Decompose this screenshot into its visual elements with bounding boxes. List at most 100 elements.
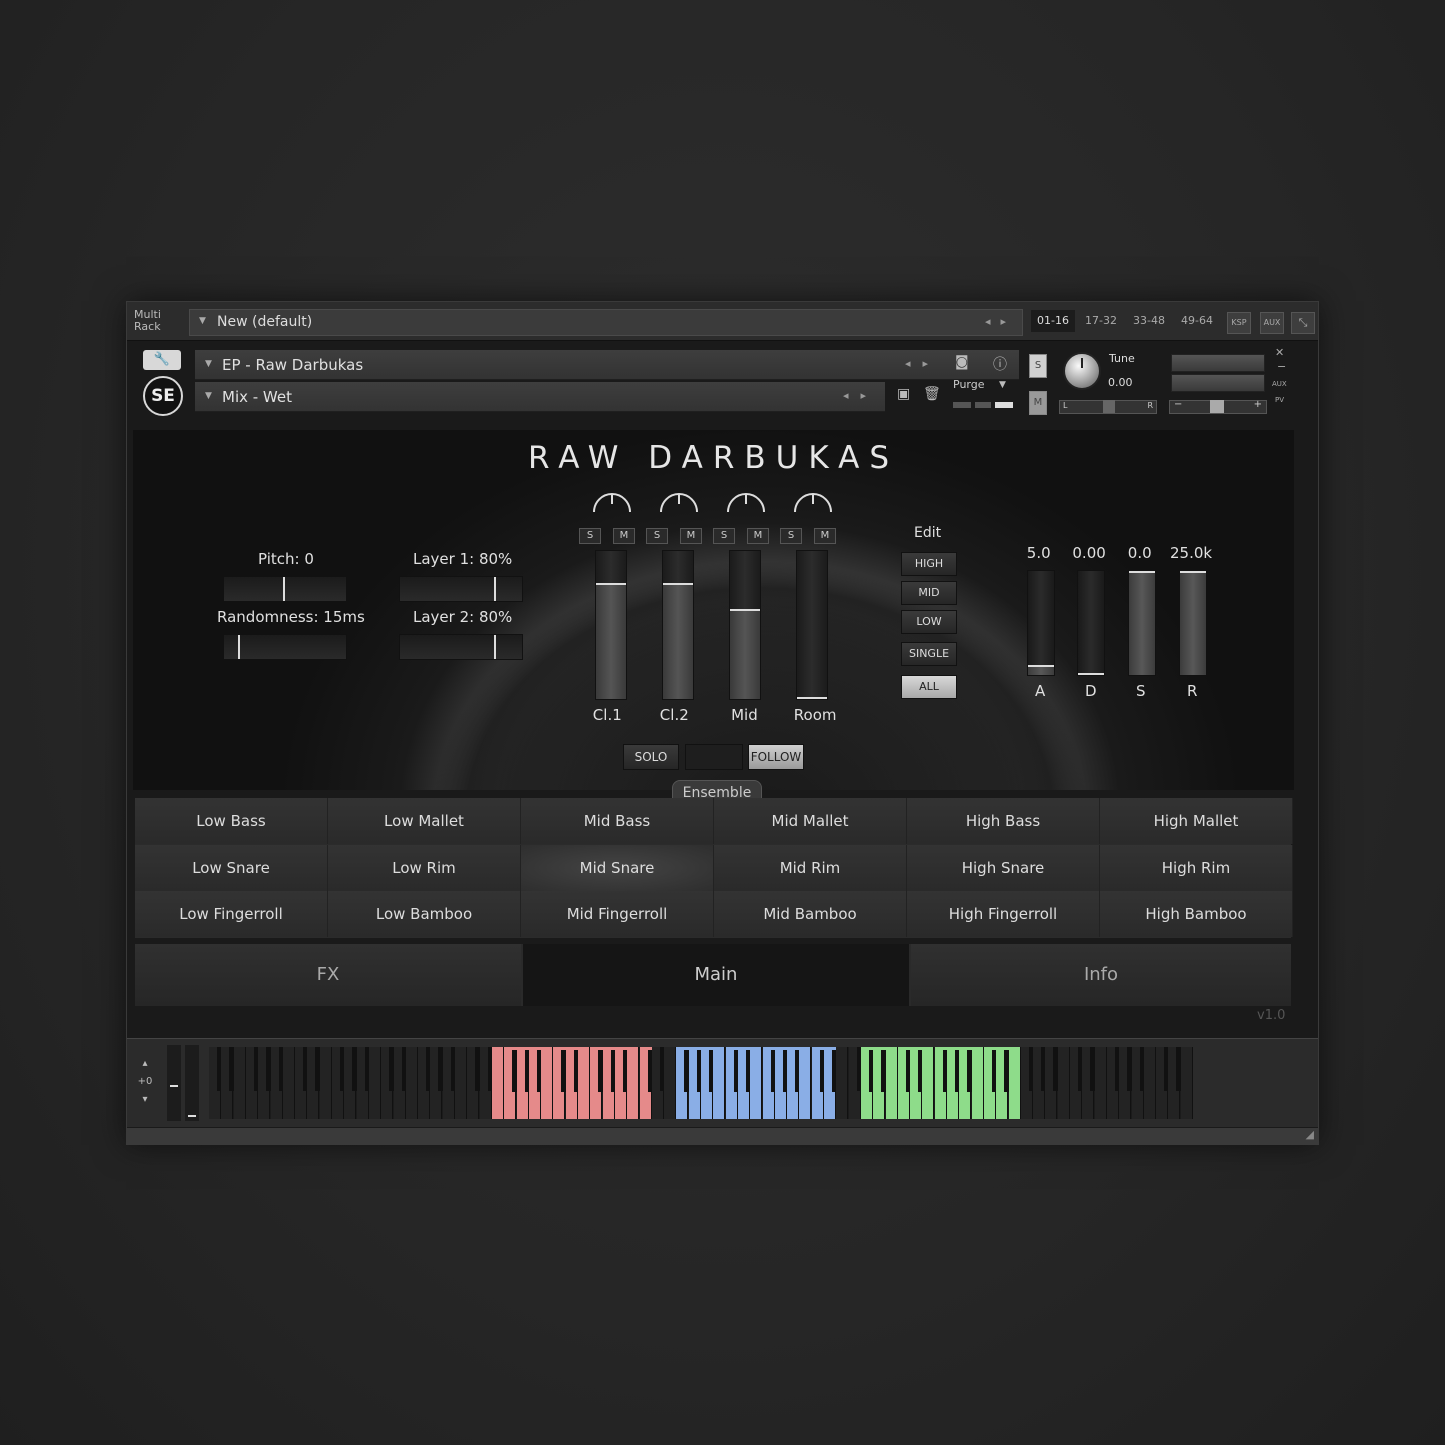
adsr-fader[interactable]	[1128, 570, 1156, 676]
white-key[interactable]	[836, 1047, 849, 1119]
ensemble-cell[interactable]: High Bamboo	[1100, 891, 1293, 937]
snapshot-nav-arrows-icon[interactable]: ◂▸	[843, 389, 878, 402]
purge-menu[interactable]: Purge	[953, 378, 985, 391]
piano-keyboard[interactable]	[209, 1047, 1193, 1119]
white-key[interactable]	[971, 1047, 984, 1119]
layer2-slider[interactable]	[399, 634, 523, 660]
ensemble-cell[interactable]: Mid Rim	[714, 844, 907, 891]
channel-mute-button[interactable]: M	[613, 528, 635, 544]
channel-solo-button[interactable]: S	[713, 528, 735, 544]
white-key[interactable]	[750, 1047, 763, 1119]
octave-down-icon[interactable]: ▾	[135, 1091, 155, 1109]
white-key[interactable]	[578, 1047, 590, 1119]
dropdown-arrow-icon[interactable]: ▼	[205, 391, 212, 401]
ensemble-cell[interactable]: Low Bamboo	[328, 891, 521, 937]
white-key[interactable]	[455, 1047, 467, 1119]
collapse-icon[interactable]: ⤡	[1291, 312, 1315, 334]
white-key[interactable]	[282, 1047, 295, 1119]
adsr-fader[interactable]	[1077, 570, 1105, 676]
pan-arc-cl1[interactable]	[592, 492, 632, 514]
tune-knob[interactable]	[1063, 352, 1101, 390]
channel-solo-button[interactable]: S	[646, 528, 668, 544]
resize-grip-icon[interactable]: ◢	[1306, 1128, 1314, 1141]
white-key[interactable]	[368, 1047, 381, 1119]
ensemble-cell[interactable]: Mid Snare	[521, 844, 714, 891]
pitch-wheel[interactable]	[167, 1045, 181, 1121]
page-button-17-32[interactable]: 17-32	[1079, 310, 1123, 332]
pan-arc-mid[interactable]	[726, 492, 766, 514]
edit-mid-button[interactable]: MID	[901, 581, 957, 605]
edit-high-button[interactable]: HIGH	[901, 552, 957, 576]
delete-icon[interactable]: 🗑	[923, 386, 941, 402]
instrument-nav-arrows-icon[interactable]: ◂▸	[905, 357, 940, 370]
white-key[interactable]	[541, 1047, 554, 1119]
white-key[interactable]	[922, 1047, 935, 1119]
octave-up-icon[interactable]: ▴	[135, 1055, 155, 1073]
channel-fader[interactable]	[595, 550, 627, 700]
tab-info[interactable]: Info	[911, 944, 1291, 1006]
ensemble-cell[interactable]: Mid Mallet	[714, 798, 907, 844]
randomness-slider[interactable]	[223, 634, 347, 660]
channel-mute-button[interactable]: M	[680, 528, 702, 544]
ensemble-cell[interactable]: Low Rim	[328, 844, 521, 891]
white-key[interactable]	[1143, 1047, 1156, 1119]
dropdown-arrow-icon[interactable]: ▼	[199, 316, 206, 326]
camera-icon[interactable]: ◙	[955, 354, 969, 370]
mute-button[interactable]: M	[1029, 391, 1047, 415]
white-key[interactable]	[885, 1047, 898, 1119]
ensemble-cell[interactable]: High Bass	[907, 798, 1100, 844]
white-key[interactable]	[1094, 1047, 1107, 1119]
white-key[interactable]	[319, 1047, 332, 1119]
solo-button[interactable]: S	[1029, 354, 1047, 378]
channel-mute-button[interactable]: M	[814, 528, 836, 544]
adsr-fader[interactable]	[1179, 570, 1207, 676]
channel-fader[interactable]	[729, 550, 761, 700]
edit-all-button[interactable]: ALL	[901, 675, 957, 699]
solo-button[interactable]: SOLO	[623, 744, 679, 770]
save-icon[interactable]: ▣	[897, 386, 910, 402]
white-key[interactable]	[664, 1047, 677, 1119]
instrument-name-bar[interactable]: ▼ EP - Raw Darbukas ◂▸	[195, 350, 1019, 380]
minimize-icon[interactable]: −	[1277, 360, 1286, 373]
ensemble-cell[interactable]: Low Fingerroll	[135, 891, 328, 937]
ensemble-cell[interactable]: Mid Bass	[521, 798, 714, 844]
ensemble-cell[interactable]: High Mallet	[1100, 798, 1293, 844]
volume-slider[interactable]: − +	[1169, 399, 1267, 414]
edit-low-button[interactable]: LOW	[901, 610, 957, 634]
channel-mute-button[interactable]: M	[747, 528, 769, 544]
follow-button[interactable]: FOLLOW	[748, 744, 804, 770]
white-key[interactable]	[799, 1047, 812, 1119]
white-key[interactable]	[405, 1047, 418, 1119]
blank-button[interactable]	[685, 744, 743, 770]
ensemble-cell[interactable]: Mid Fingerroll	[521, 891, 714, 937]
white-key[interactable]	[713, 1047, 726, 1119]
multi-preset-selector[interactable]: ▼ New (default) ◂▸	[189, 309, 1023, 336]
snapshot-bar[interactable]: ▼ Mix - Wet ◂▸	[195, 382, 885, 412]
ensemble-cell[interactable]: Low Snare	[135, 844, 328, 891]
ensemble-cell[interactable]: High Rim	[1100, 844, 1293, 891]
page-button-33-48[interactable]: 33-48	[1127, 310, 1171, 332]
white-key[interactable]	[491, 1047, 504, 1119]
dropdown-arrow-icon[interactable]: ▼	[205, 359, 212, 369]
info-icon[interactable]: ⓘ	[993, 354, 1007, 374]
purge-dropdown-icon[interactable]: ▼	[999, 380, 1006, 390]
pitch-slider[interactable]	[223, 576, 347, 602]
pan-slider[interactable]: L R	[1059, 400, 1157, 414]
close-icon[interactable]: ✕	[1275, 346, 1284, 359]
white-key[interactable]	[1057, 1047, 1070, 1119]
channel-solo-button[interactable]: S	[780, 528, 802, 544]
layer1-slider[interactable]	[399, 576, 523, 602]
mod-wheel[interactable]	[185, 1045, 199, 1121]
ensemble-cell[interactable]: High Snare	[907, 844, 1100, 891]
tab-main[interactable]: Main	[523, 944, 909, 1006]
ksp-button[interactable]: KSP	[1227, 312, 1251, 334]
channel-fader[interactable]	[796, 550, 828, 700]
adsr-fader[interactable]	[1027, 570, 1055, 676]
wrench-icon[interactable]: 🔧	[143, 350, 181, 370]
channel-solo-button[interactable]: S	[579, 528, 601, 544]
page-button-01-16[interactable]: 01-16	[1031, 310, 1075, 332]
ensemble-cell[interactable]: High Fingerroll	[907, 891, 1100, 937]
white-key[interactable]	[627, 1047, 640, 1119]
ensemble-cell[interactable]: Mid Bamboo	[714, 891, 907, 937]
tab-fx[interactable]: FX	[135, 944, 521, 1006]
